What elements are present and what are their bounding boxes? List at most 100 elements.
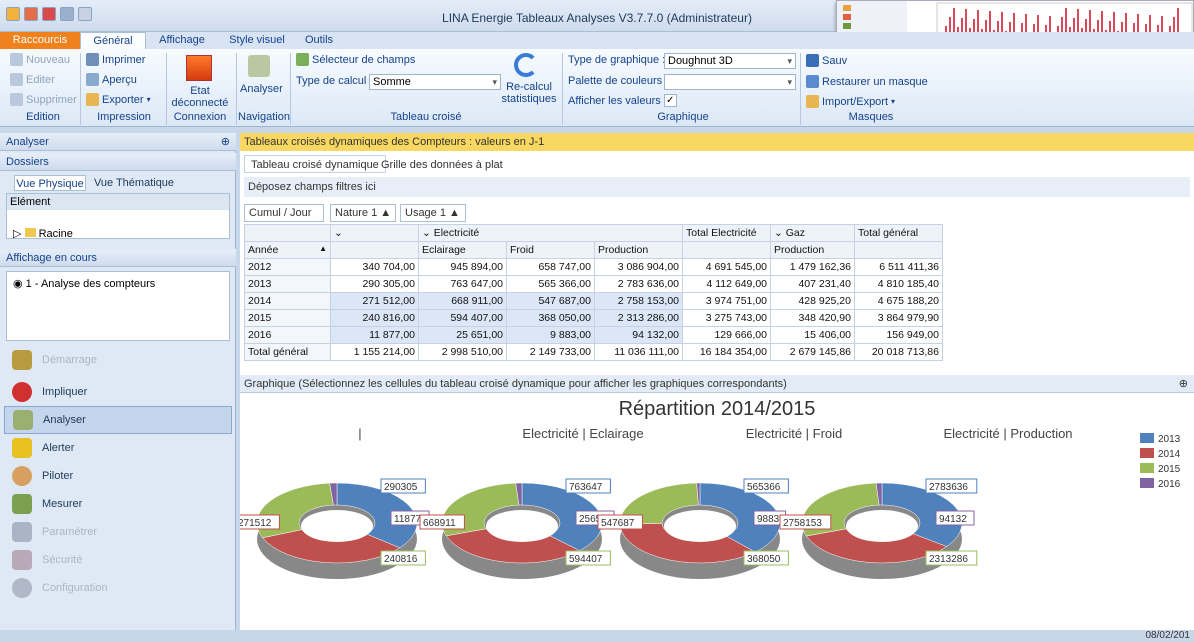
value-cell[interactable]: 1 155 214,00 — [330, 343, 419, 361]
nav-demarrage[interactable]: Démarrage — [12, 346, 232, 374]
value-cell[interactable]: 271 512,00 — [330, 292, 419, 310]
preview-button[interactable]: Aperçu — [86, 73, 137, 86]
value-cell[interactable]: 290 305,00 — [330, 275, 419, 293]
value-cell[interactable]: 11 877,00 — [330, 326, 419, 344]
export-button[interactable]: Exporter ▾ — [86, 93, 151, 106]
current-display-item[interactable]: ◉ 1 - Analyse des compteurs — [13, 277, 155, 290]
col-header-elec[interactable]: ⌄ Electricité — [418, 224, 683, 242]
nav-piloter[interactable]: Piloter — [12, 462, 232, 490]
value-cell[interactable]: 156 949,00 — [854, 326, 943, 344]
value-cell[interactable]: 11 036 111,00 — [594, 343, 683, 361]
analyser-icon[interactable] — [248, 55, 270, 77]
delete-button[interactable]: Supprimer — [10, 93, 77, 106]
value-cell[interactable]: 94 132,00 — [594, 326, 683, 344]
value-cell[interactable]: 4 112 649,00 — [682, 275, 771, 293]
tab-vue-thematique[interactable]: Vue Thématique — [92, 175, 176, 191]
value-cell[interactable]: 2 313 286,00 — [594, 309, 683, 327]
value-cell[interactable]: 2 149 733,00 — [506, 343, 595, 361]
value-cell[interactable]: 3 974 751,00 — [682, 292, 771, 310]
value-cell[interactable]: 4 691 545,00 — [682, 258, 771, 276]
edit-button[interactable]: Editer — [10, 73, 55, 86]
value-cell[interactable]: 129 666,00 — [682, 326, 771, 344]
value-cell[interactable]: 565 366,00 — [506, 275, 595, 293]
calc-type-select[interactable]: Somme — [369, 74, 501, 90]
pin-icon[interactable]: ⊕ — [1179, 375, 1188, 393]
analyser-ribbon-label[interactable]: Analyser — [240, 83, 283, 95]
nav-impliquer[interactable]: Impliquer — [12, 378, 232, 406]
value-cell[interactable]: 945 894,00 — [418, 258, 507, 276]
palette-select[interactable] — [664, 74, 796, 90]
value-cell[interactable]: 3 864 979,90 — [854, 309, 943, 327]
nav-analyser[interactable]: Analyser — [4, 406, 232, 434]
field-selector-button[interactable]: Sélecteur de champs — [296, 53, 415, 66]
nav-configuration[interactable]: Configuration — [12, 574, 232, 602]
value-cell[interactable]: 25 651,00 — [418, 326, 507, 344]
value-cell[interactable]: 340 704,00 — [330, 258, 419, 276]
value-cell[interactable]: 3 086 904,00 — [594, 258, 683, 276]
value-cell[interactable]: 368 050,00 — [506, 309, 595, 327]
refresh-icon[interactable] — [514, 53, 538, 77]
value-cell[interactable]: 594 407,00 — [418, 309, 507, 327]
row-header[interactable]: 2016 — [244, 326, 331, 344]
nav-securite[interactable]: Sécurité — [12, 546, 232, 574]
value-cell[interactable]: 9 883,00 — [506, 326, 595, 344]
restore-mask-button[interactable]: Restaurer un masque — [806, 75, 928, 88]
connection-state-icon[interactable] — [186, 55, 212, 81]
row-header[interactable]: 2014 — [244, 292, 331, 310]
nav-parametrer[interactable]: Paramétrer — [12, 518, 232, 546]
value-cell[interactable]: 428 925,20 — [770, 292, 855, 310]
new-button[interactable]: Nouveau — [10, 53, 70, 66]
tab-outils[interactable]: Outils — [296, 32, 342, 49]
nature-field-button[interactable]: Nature 1 ▲ — [330, 204, 396, 222]
pin-icon[interactable]: ⊕ — [221, 133, 230, 151]
value-cell[interactable]: 2 998 510,00 — [418, 343, 507, 361]
restore-icon — [806, 75, 819, 88]
chart-type-select[interactable]: Doughnut 3D — [664, 53, 796, 69]
value-cell[interactable]: 348 420,90 — [770, 309, 855, 327]
value-cell[interactable]: 15 406,00 — [770, 326, 855, 344]
tab-raccourcis[interactable]: Raccourcis — [0, 32, 80, 49]
nav-alerter[interactable]: Alerter — [12, 434, 232, 462]
value-cell[interactable]: 2 758 153,00 — [594, 292, 683, 310]
filter-drop-zone[interactable]: Déposez champs filtres ici — [244, 177, 1190, 197]
recalc-button[interactable]: Re-calcul statistiques — [500, 81, 558, 105]
value-cell[interactable]: 668 911,00 — [418, 292, 507, 310]
row-header[interactable]: 2015 — [244, 309, 331, 327]
save-mask-button[interactable]: Sauv — [806, 54, 847, 67]
row-header[interactable]: Total général — [244, 343, 331, 361]
delete-icon — [10, 93, 23, 106]
usage-field-button[interactable]: Usage 1 ▲ — [400, 204, 466, 222]
value-cell[interactable]: 3 275 743,00 — [682, 309, 771, 327]
tab-affichage[interactable]: Affichage — [150, 32, 214, 49]
expand-toggle[interactable]: ⌄ — [330, 224, 419, 242]
row-header[interactable]: 2012 — [244, 258, 331, 276]
show-values-checkbox[interactable]: ✓ — [664, 94, 677, 107]
value-cell[interactable]: 658 747,00 — [506, 258, 595, 276]
tab-general[interactable]: Général — [80, 32, 146, 49]
row-header[interactable]: 2013 — [244, 275, 331, 293]
tab-pivot[interactable]: Tableau croisé dynamique — [244, 155, 386, 173]
value-cell[interactable]: 763 647,00 — [418, 275, 507, 293]
nav-mesurer[interactable]: Mesurer — [12, 490, 232, 518]
import-export-button[interactable]: Import/Export ▾ — [806, 95, 895, 108]
value-cell[interactable]: 20 018 713,86 — [854, 343, 943, 361]
tree-node-racine[interactable]: ▷ Racine — [13, 227, 73, 240]
value-label: 368050 — [747, 554, 781, 565]
tab-flat-grid[interactable]: Grille des données à plat — [374, 155, 510, 173]
value-cell[interactable]: 16 184 354,00 — [682, 343, 771, 361]
col-header-gaz[interactable]: ⌄ Gaz — [770, 224, 855, 242]
annee-header[interactable]: Année ▲ — [244, 241, 331, 259]
value-cell[interactable]: 240 816,00 — [330, 309, 419, 327]
value-cell[interactable]: 4 810 185,40 — [854, 275, 943, 293]
tab-vue-physique[interactable]: Vue Physique — [14, 175, 86, 191]
value-cell[interactable]: 2 783 636,00 — [594, 275, 683, 293]
tab-style-visuel[interactable]: Style visuel — [222, 32, 292, 49]
value-cell[interactable]: 6 511 411,36 — [854, 258, 943, 276]
value-cell[interactable]: 407 231,40 — [770, 275, 855, 293]
value-cell[interactable]: 2 679 145,86 — [770, 343, 855, 361]
value-cell[interactable]: 4 675 188,20 — [854, 292, 943, 310]
print-button[interactable]: Imprimer — [86, 53, 145, 66]
value-cell[interactable]: 547 687,00 — [506, 292, 595, 310]
value-cell[interactable]: 1 479 162,36 — [770, 258, 855, 276]
cumul-field-button[interactable]: Cumul / Jour — [244, 204, 324, 222]
